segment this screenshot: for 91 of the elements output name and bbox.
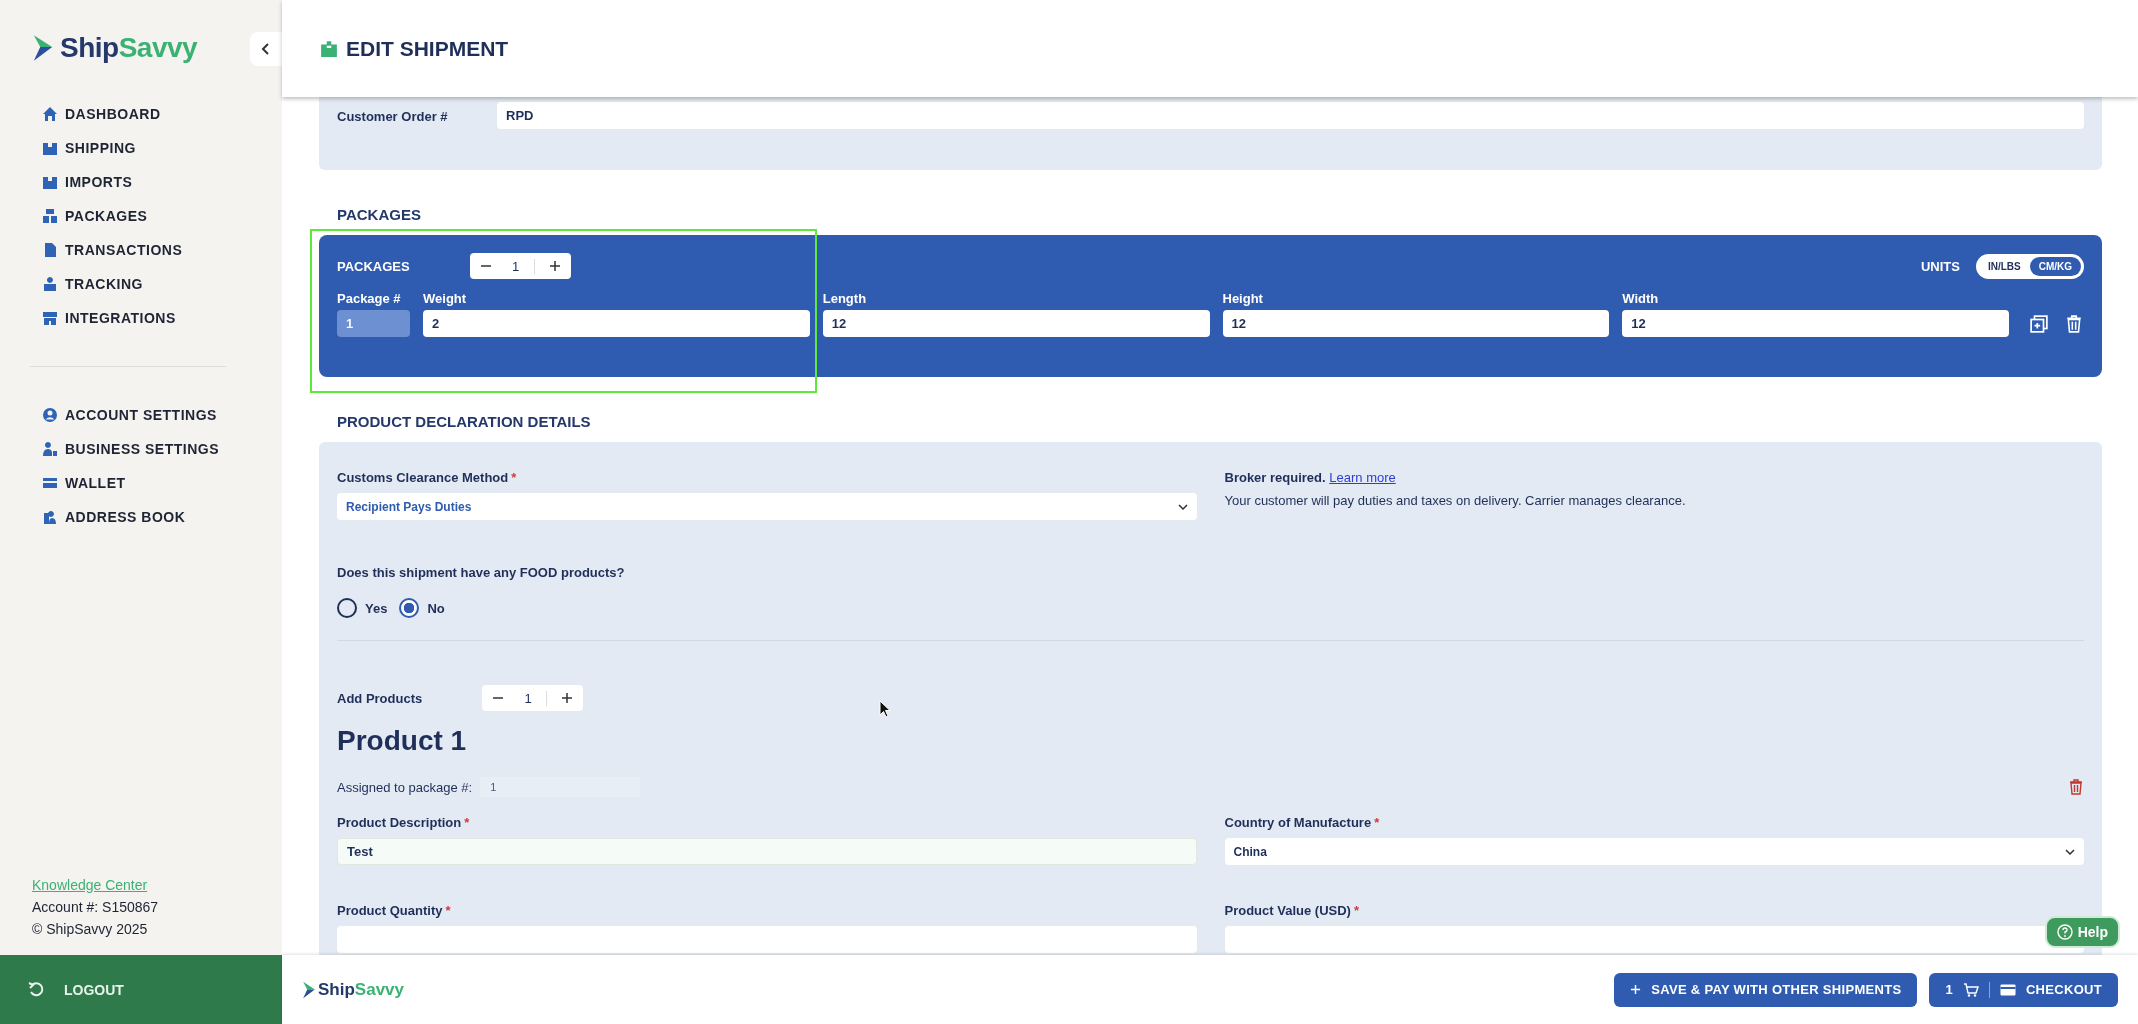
units-option[interactable]: IN/LBS <box>1978 256 2030 276</box>
cart-icon <box>1962 981 1979 998</box>
radio-button[interactable] <box>337 598 357 618</box>
nav-item[interactable]: TRANSACTIONS <box>32 240 282 260</box>
broker-detail: Your customer will pay duties and taxes on delivery. Carrier manages clearance. <box>1224 493 1687 508</box>
nav-item[interactable]: SHIPPING <box>32 138 282 158</box>
collapse-button[interactable] <box>250 32 282 66</box>
add-products-label: Add Products <box>337 690 423 706</box>
nav-item[interactable]: INTEGRATIONS <box>32 308 282 328</box>
column-label: Height <box>1222 291 1264 306</box>
food-question: Does this shipment have any FOOD products? <box>337 565 626 580</box>
nav-item[interactable]: TRACKING <box>32 274 282 294</box>
section-heading: PRODUCT DECLARATION DETAILS <box>337 413 592 430</box>
column-label: Weight <box>423 291 468 306</box>
section-heading: PACKAGES <box>337 206 422 223</box>
width-field[interactable]: 12 <box>1622 310 2009 337</box>
radio-label: Yes <box>365 600 388 616</box>
nav-item[interactable]: ACCOUNT SETTINGS <box>32 405 282 425</box>
home-icon <box>42 106 58 122</box>
account-number: Account #: S150867 <box>32 899 160 915</box>
plus-icon <box>1630 984 1642 995</box>
nav-item[interactable]: WALLET <box>32 473 282 493</box>
field-label: Product Value (USD) * <box>1224 903 1360 918</box>
logo-icon <box>32 33 54 63</box>
logout-button[interactable]: LOGOUT <box>0 955 282 1024</box>
box-icon <box>42 174 58 190</box>
page-title: EDIT SHIPMENT <box>346 36 509 61</box>
help-button[interactable]: Help <box>2044 916 2120 948</box>
logo-icon <box>302 980 316 999</box>
radio-label: No <box>427 600 445 616</box>
clearance-select[interactable]: Recipient Pays Duties <box>337 493 1197 520</box>
cursor-icon <box>879 700 891 718</box>
logo-text: ShipSavvy <box>60 32 198 64</box>
field-label: Country of Manufacture * <box>1224 815 1381 830</box>
weight-field[interactable]: 2 <box>423 310 810 337</box>
logout-icon <box>28 981 44 998</box>
customer-order-field[interactable]: RPD <box>497 102 2084 129</box>
quantity-field[interactable] <box>337 926 1197 953</box>
wallet-icon <box>42 475 58 491</box>
product-title: Product 1 <box>337 725 468 757</box>
units-option[interactable]: CM/KG <box>2029 256 2081 276</box>
package-icon <box>42 276 58 292</box>
broker-note: Broker required. Learn more <box>1224 470 1397 485</box>
assigned-package-field[interactable]: 1 <box>480 777 641 797</box>
copyright-text: © ShipSavvy 2025 <box>32 921 149 937</box>
help-icon <box>2056 924 2073 940</box>
field-label: Customer Order # <box>337 109 449 124</box>
document-icon <box>42 242 58 258</box>
chevron-left-icon <box>261 42 271 56</box>
users-icon <box>42 441 58 457</box>
height-field[interactable]: 12 <box>1222 310 1610 337</box>
radio-option[interactable]: No <box>399 598 445 618</box>
stepper-value: 1 <box>518 690 548 706</box>
description-field[interactable]: Test <box>337 838 1197 865</box>
store-icon <box>42 310 58 326</box>
column-label: Package # <box>337 291 402 306</box>
nav-item[interactable]: DASHBOARD <box>32 104 282 124</box>
length-field[interactable]: 12 <box>822 310 1210 337</box>
assigned-label: Assigned to package #: <box>337 779 473 795</box>
field-label: Customs Clearance Method * <box>337 470 518 485</box>
checkout-button[interactable]: 1 CHECKOUT <box>1929 972 2118 1007</box>
chevron-down-icon <box>1177 503 1188 510</box>
nav-item[interactable]: IMPORTS <box>32 172 282 192</box>
user-icon <box>42 407 58 423</box>
column-label: Length <box>822 291 868 306</box>
learn-more-link[interactable]: Learn more <box>1329 470 1396 485</box>
stepper-value: 1 <box>505 258 535 274</box>
box-icon <box>42 140 58 156</box>
plus-icon[interactable] <box>548 260 561 272</box>
packages-label: PACKAGES <box>337 258 410 274</box>
boxes-icon <box>42 208 58 224</box>
nav-item[interactable]: PACKAGES <box>32 206 282 226</box>
field-label: Product Quantity * <box>337 903 452 918</box>
chevron-down-icon <box>2065 848 2075 855</box>
nav-item[interactable]: BUSINESS SETTINGS <box>32 439 282 459</box>
radio-button[interactable] <box>399 598 420 618</box>
units-label: UNITS <box>1920 258 1960 274</box>
card-icon <box>1999 983 2016 996</box>
box-icon <box>320 39 338 58</box>
trash-icon[interactable] <box>2068 779 2084 795</box>
nav-item[interactable]: ADDRESS BOOK <box>32 507 282 527</box>
logo-text: ShipSavvy <box>318 979 404 1000</box>
radio-option[interactable]: Yes <box>337 598 388 618</box>
country-select[interactable]: China <box>1224 838 2084 865</box>
product-stepper[interactable]: 1 <box>482 685 584 711</box>
save-pay-button[interactable]: SAVE & PAY WITH OTHER SHIPMENTS <box>1614 972 1918 1007</box>
package-stepper[interactable]: 1 <box>469 253 571 279</box>
plus-icon[interactable] <box>561 692 574 704</box>
field-label: Product Description * <box>337 815 471 830</box>
duplicate-icon[interactable] <box>2030 314 2048 333</box>
column-label: Width <box>1622 291 1660 306</box>
